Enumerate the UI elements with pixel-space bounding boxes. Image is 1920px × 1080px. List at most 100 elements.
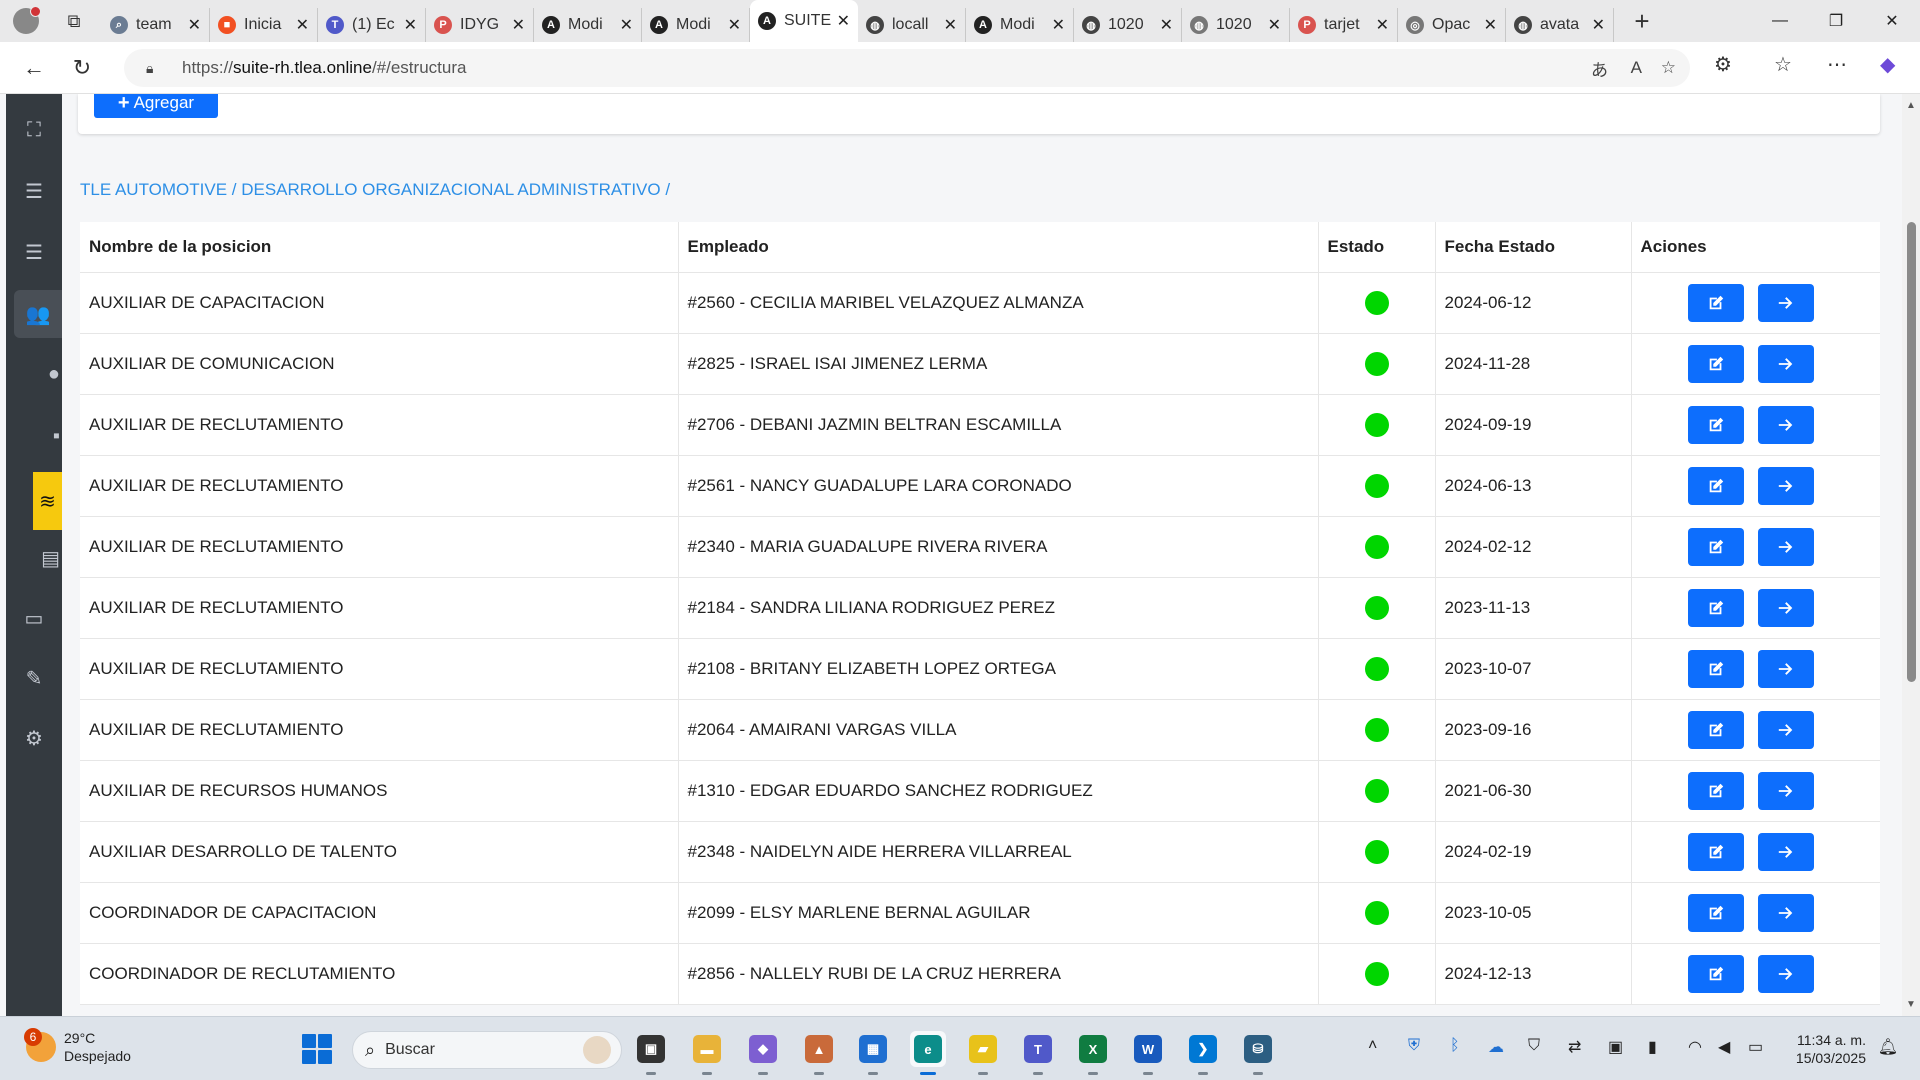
defender-icon[interactable]: ⛨ — [1408, 1037, 1420, 1055]
go-button[interactable] — [1757, 527, 1814, 566]
edit-button[interactable] — [1687, 771, 1744, 810]
close-window-button[interactable]: ✕ — [1864, 0, 1920, 42]
browser-tab[interactable]: ◍ locall ✕ — [858, 8, 966, 42]
taskbar-search[interactable]: ⌕ Buscar — [352, 1031, 622, 1069]
table-row[interactable]: AUXILIAR DE CAPACITACION #2560 - CECILIA … — [80, 272, 1880, 334]
go-button[interactable] — [1757, 832, 1814, 871]
edit-button[interactable] — [1687, 466, 1744, 505]
battery-tray-icon[interactable]: ▮ — [1648, 1037, 1657, 1057]
task-list-icon[interactable]: ☰ — [6, 167, 62, 215]
tab-close-icon[interactable]: ✕ — [512, 15, 525, 35]
start-button[interactable] — [302, 1034, 332, 1064]
go-button[interactable] — [1757, 710, 1814, 749]
copilot-icon[interactable]: ◆ — [1880, 52, 1895, 77]
word-icon[interactable]: W — [1130, 1031, 1166, 1075]
go-button[interactable] — [1757, 344, 1814, 383]
table-row[interactable]: AUXILIAR DE COMUNICACION #2825 - ISRAEL I… — [80, 333, 1880, 395]
go-button[interactable] — [1757, 466, 1814, 505]
favorites-icon[interactable]: ☆ — [1774, 52, 1792, 77]
tab-close-icon[interactable]: ✕ — [837, 11, 850, 31]
user-group-icon[interactable]: ● — [6, 350, 62, 398]
checklist-icon[interactable]: ☰ — [6, 228, 62, 276]
add-button[interactable]: + Agregar — [94, 94, 218, 118]
reload-button[interactable]: ↻ — [62, 48, 102, 88]
tab-close-icon[interactable]: ✕ — [728, 15, 741, 35]
go-button[interactable] — [1757, 405, 1814, 444]
edit-button[interactable] — [1687, 649, 1744, 688]
table-row[interactable]: AUXILIAR DE RECLUTAMIENTO #2184 - SANDRA … — [80, 577, 1880, 639]
teams-icon[interactable]: T — [1020, 1031, 1056, 1075]
bluetooth-icon[interactable]: ᛒ — [1450, 1037, 1460, 1055]
breadcrumb[interactable]: TLE AUTOMOTIVE / DESARROLLO ORGANIZACION… — [80, 180, 670, 200]
table-row[interactable]: AUXILIAR DE RECLUTAMIENTO #2561 - NANCY G… — [80, 455, 1880, 517]
users-icon[interactable]: 👥 — [14, 290, 62, 338]
brand-logo-icon[interactable]: ≋ — [33, 472, 62, 530]
profile-button[interactable] — [8, 3, 44, 39]
translate-icon[interactable]: あ — [1591, 56, 1608, 81]
go-button[interactable] — [1757, 771, 1814, 810]
weather-widget[interactable]: 6 29°C Despejado — [24, 1028, 131, 1065]
restore-button[interactable]: ❐ — [1808, 0, 1864, 42]
table-row[interactable]: AUXILIAR DESARROLLO DE TALENTO #2348 - NA… — [80, 821, 1880, 883]
store-icon[interactable]: ▦ — [855, 1031, 891, 1075]
browser-tab[interactable]: A Modi ✕ — [966, 8, 1074, 42]
browser-tab[interactable]: A Modi ✕ — [534, 8, 642, 42]
scrollbar-thumb[interactable] — [1907, 222, 1916, 682]
m365-icon[interactable]: ◆ — [745, 1031, 781, 1075]
browser-tab[interactable]: ⌕ team ✕ — [102, 8, 210, 42]
org-chart-icon[interactable]: ⛶ — [6, 106, 62, 154]
tab-close-icon[interactable]: ✕ — [1376, 15, 1389, 35]
read-aloud-icon[interactable]: A — [1631, 58, 1642, 78]
address-bar[interactable]: 🔒︎ https://suite-rh.tlea.online/#/estruc… — [124, 49, 1690, 87]
table-row[interactable]: AUXILIAR DE RECLUTAMIENTO #2706 - DEBANI … — [80, 394, 1880, 456]
file-explorer-icon[interactable]: ▬ — [689, 1031, 725, 1075]
excel-icon[interactable]: X — [1075, 1031, 1111, 1075]
wifi-icon[interactable]: ◠ — [1688, 1037, 1702, 1057]
browser-tab[interactable]: ◍ 1020 ✕ — [1074, 8, 1182, 42]
mysql-workbench-icon[interactable]: ⛁ — [1240, 1031, 1276, 1075]
edge-icon[interactable]: e — [910, 1031, 946, 1075]
tab-close-icon[interactable]: ✕ — [944, 15, 957, 35]
onedrive-icon[interactable]: ☁ — [1488, 1037, 1504, 1057]
vertical-scrollbar[interactable]: ▲ ▼ — [1902, 94, 1920, 1016]
id-badge-icon[interactable]: ▪ — [6, 412, 62, 460]
new-tab-button[interactable]: + — [1622, 5, 1662, 37]
edit-button[interactable] — [1687, 588, 1744, 627]
tray-overflow-icon[interactable]: ˄ — [1368, 1037, 1377, 1055]
browser-tab[interactable]: ◍ 1020 ✕ — [1182, 8, 1290, 42]
signature-icon[interactable]: ✎ — [6, 654, 62, 702]
tab-close-icon[interactable]: ✕ — [188, 15, 201, 35]
browser-tab[interactable]: ◍ avata ✕ — [1506, 8, 1614, 42]
go-button[interactable] — [1757, 283, 1814, 322]
favorite-star-icon[interactable]: ☆ — [1661, 58, 1676, 78]
tab-close-icon[interactable]: ✕ — [296, 15, 309, 35]
tab-close-icon[interactable]: ✕ — [1160, 15, 1173, 35]
edit-button[interactable] — [1687, 405, 1744, 444]
url-text[interactable]: https://suite-rh.tlea.online/#/estructur… — [182, 58, 466, 78]
browser-tab[interactable]: T (1) Ec ✕ — [318, 8, 426, 42]
table-row[interactable]: AUXILIAR DE RECLUTAMIENTO #2108 - BRITANY… — [80, 638, 1880, 700]
table-row[interactable]: AUXILIAR DE RECLUTAMIENTO #2340 - MARIA G… — [80, 516, 1880, 578]
edit-button[interactable] — [1687, 710, 1744, 749]
table-row[interactable]: COORDINADOR DE CAPACITACION #2099 - ELSY … — [80, 882, 1880, 944]
tab-actions-button[interactable]: ⧉ — [54, 5, 94, 37]
go-button[interactable] — [1757, 588, 1814, 627]
more-menu-icon[interactable]: ⋯ — [1827, 52, 1847, 77]
id-card-icon[interactable]: ▭ — [6, 594, 62, 642]
browser-tab[interactable]: ■ Inicia ✕ — [210, 8, 318, 42]
edit-button[interactable] — [1687, 954, 1744, 993]
tab-close-icon[interactable]: ✕ — [404, 15, 417, 35]
go-button[interactable] — [1757, 649, 1814, 688]
edit-button[interactable] — [1687, 527, 1744, 566]
browser-tab[interactable]: A SUITE ✕ — [750, 0, 858, 42]
extensions-icon[interactable]: ⚙ — [1714, 52, 1732, 77]
scroll-up-icon[interactable]: ▲ — [1906, 100, 1916, 111]
table-row[interactable]: AUXILIAR DE RECLUTAMIENTO #2064 - AMAIRAN… — [80, 699, 1880, 761]
edit-button[interactable] — [1687, 283, 1744, 322]
column-header-position[interactable]: Nombre de la posicion — [80, 222, 679, 273]
go-button[interactable] — [1757, 954, 1814, 993]
back-button[interactable]: ← — [14, 48, 54, 88]
tab-close-icon[interactable]: ✕ — [620, 15, 633, 35]
team-settings-icon[interactable]: ⚙ — [6, 714, 62, 762]
vscode-icon[interactable]: ❯ — [1185, 1031, 1221, 1075]
